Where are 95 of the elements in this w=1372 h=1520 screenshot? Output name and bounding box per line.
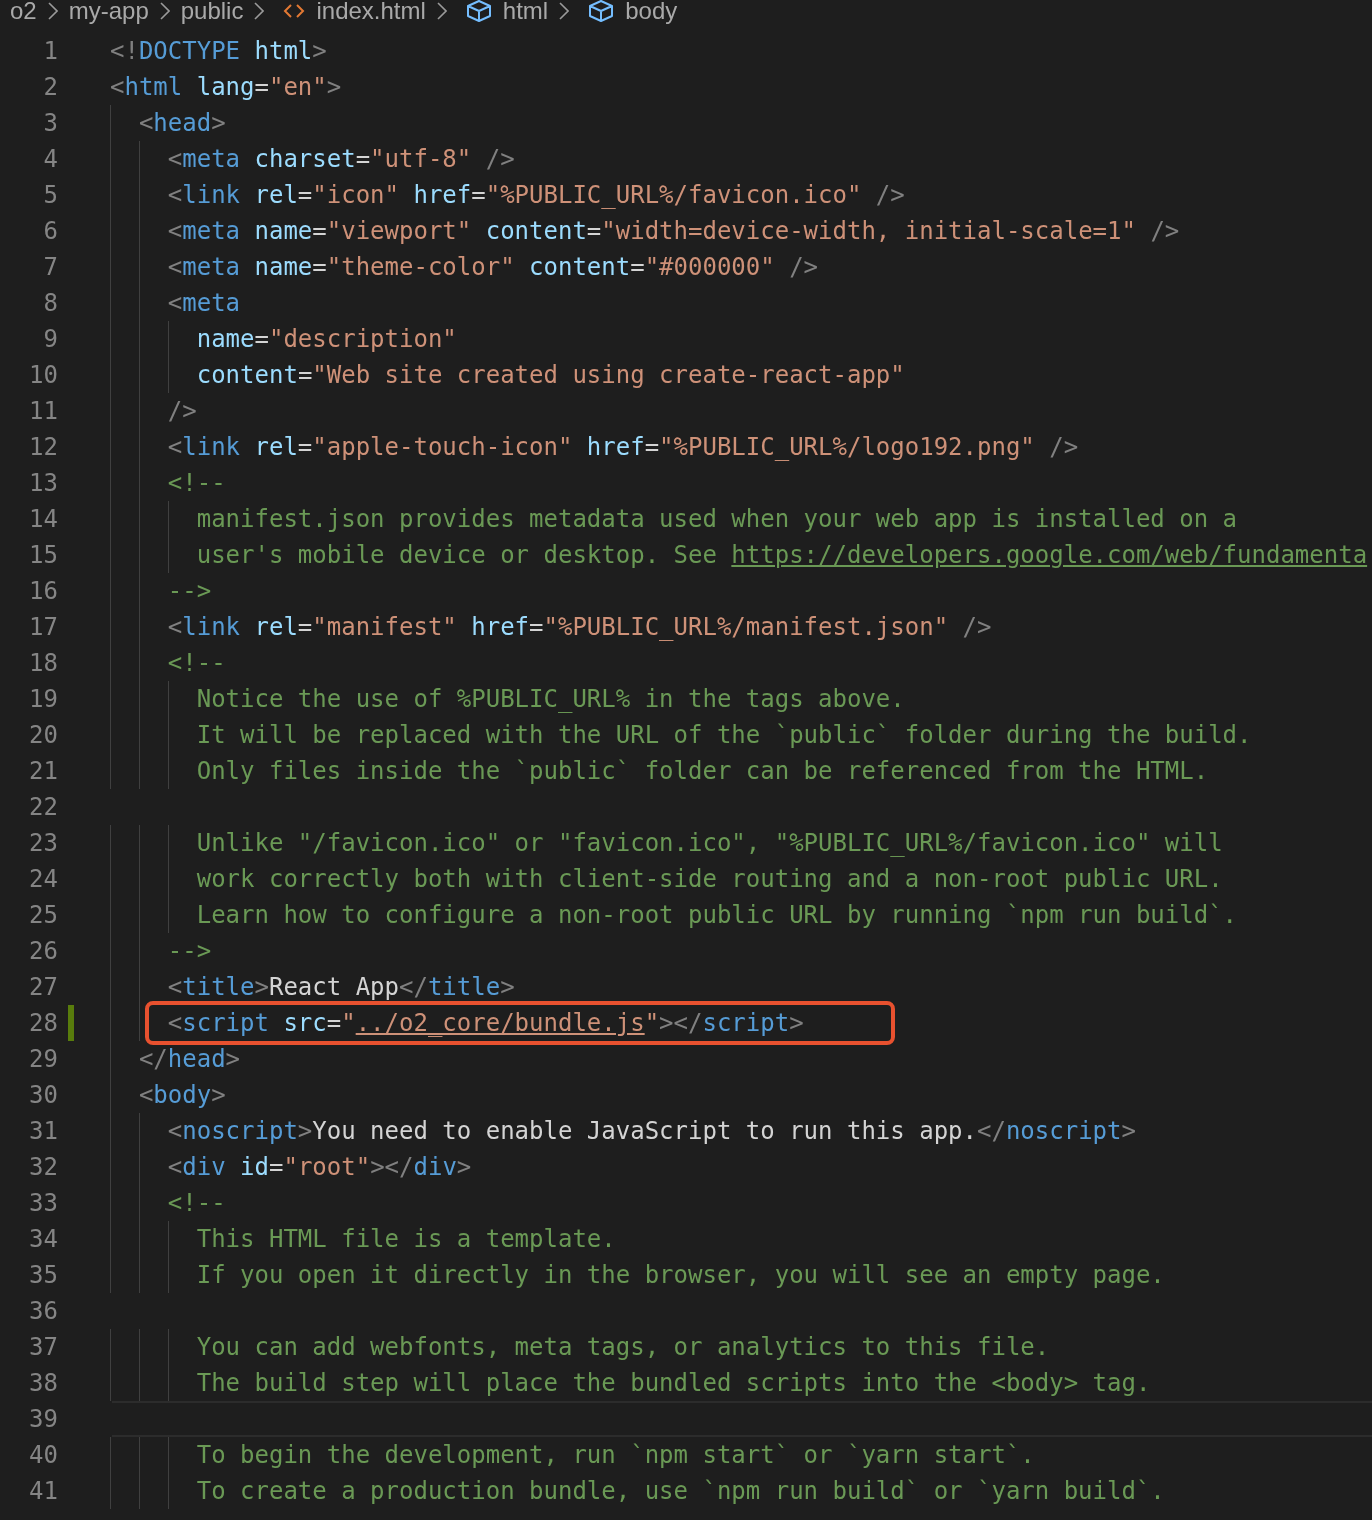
code-line: This HTML file is a template.	[110, 1221, 616, 1257]
breadcrumb-item[interactable]: o2	[10, 0, 37, 25]
code-line: <div id="root"></div>	[110, 1149, 472, 1185]
line-number: 25	[28, 900, 58, 931]
line-number: 31	[28, 1116, 58, 1147]
line-number: 41	[28, 1476, 58, 1507]
code-line: <link rel="apple-touch-icon" href="%PUBLIC_URL%/logo192.png" />	[110, 429, 1079, 465]
code-line: <html lang="en">	[110, 72, 342, 103]
chevron-icon	[559, 1, 570, 20]
code-line: Unlike "/favicon.ico" or "favicon.ico", "%PUBLIC_URL%/favicon.ico" will	[110, 825, 1223, 861]
code-line: -->	[110, 933, 212, 969]
code-line: manifest.json provides metadata used when your web app is installed on a	[110, 501, 1238, 537]
code-line: </head>	[110, 1041, 241, 1077]
line-number: 29	[28, 1044, 58, 1075]
code-line: <link rel="icon" href="%PUBLIC_URL%/favicon.ico" />	[110, 177, 905, 213]
code-line: work correctly both with client-side routing and a non-root public URL.	[110, 861, 1223, 897]
chevron-icon	[436, 1, 447, 20]
chevron-icon	[254, 1, 265, 20]
line-number: 9	[42, 324, 58, 355]
line-number: 22	[28, 792, 58, 823]
code-line: <script src="../o2_core/bundle.js"></script>	[110, 1005, 804, 1041]
line-number: 24	[28, 864, 58, 895]
code-line: If you open it directly in the browser, you will see an empty page.	[110, 1257, 1165, 1293]
line-number: 6	[42, 216, 58, 247]
line-number: 30	[28, 1080, 58, 1111]
code-line: <meta name="theme-color" content="#000000" />	[110, 249, 819, 285]
code-line: It will be replaced with the URL of the `public` folder during the build.	[110, 717, 1252, 753]
breadcrumb-item[interactable]: my-app	[68, 0, 149, 25]
breadcrumb-item[interactable]: body	[625, 0, 678, 25]
link[interactable]: ../o2_core/bundle.js	[355, 1009, 645, 1037]
line-number: 11	[28, 396, 58, 427]
line-number: 36	[28, 1296, 58, 1327]
line-number: 19	[28, 684, 58, 715]
breadcrumb-item[interactable]: public	[180, 0, 244, 25]
line-number: 20	[28, 720, 58, 751]
code-line: <body>	[110, 1077, 226, 1113]
link[interactable]: https://developers.google.com/web/fundamenta	[731, 541, 1368, 569]
line-number: 12	[28, 432, 58, 463]
code-line: <head>	[110, 105, 226, 141]
line-number: 4	[42, 144, 58, 175]
line-number: 21	[28, 756, 58, 787]
line-number: 34	[28, 1224, 58, 1255]
line-number: 28	[28, 1008, 58, 1039]
line-number: 40	[28, 1440, 58, 1471]
line-number: 13	[28, 468, 58, 499]
line-number: 7	[42, 252, 58, 283]
line-number: 38	[28, 1368, 58, 1399]
line-number: 37	[28, 1332, 58, 1363]
line-number: 27	[28, 972, 58, 1003]
line-number: 18	[28, 648, 58, 679]
code-line: name="description"	[110, 321, 457, 357]
breadcrumb-item[interactable]: index.html	[316, 0, 426, 25]
code-line: -->	[110, 573, 212, 609]
code-line: <link rel="manifest" href="%PUBLIC_URL%/manifest.json" />	[110, 609, 992, 645]
code-line: <!--	[110, 645, 226, 681]
code-line: <!DOCTYPE html>	[110, 36, 327, 67]
code-line: <!--	[110, 465, 226, 501]
line-number: 3	[42, 108, 58, 139]
line-number: 5	[42, 180, 58, 211]
code-line: user's mobile device or desktop. See https://developers.google.com/web/fundamenta	[110, 537, 1368, 573]
code-brackets-icon	[283, 3, 306, 18]
line-number: 26	[28, 936, 58, 967]
code-line: Only files inside the `public` folder can be referenced from the HTML.	[110, 753, 1209, 789]
line-number: 35	[28, 1260, 58, 1291]
line-number: 16	[28, 576, 58, 607]
code-line: content="Web site created using create-react-app"	[110, 357, 905, 393]
line-number: 10	[28, 360, 58, 391]
code-line: To begin the development, run `npm start` or `yarn start`.	[110, 1437, 1035, 1473]
line-number: 33	[28, 1188, 58, 1219]
code-line: Learn how to configure a non-root public URL by running `npm run build`.	[110, 897, 1238, 933]
line-number: 17	[28, 612, 58, 643]
cube-icon	[465, 0, 492, 23]
line-number: 14	[28, 504, 58, 535]
code-line: <meta	[110, 285, 241, 321]
code-line: <meta name="viewport" content="width=device-width, initial-scale=1" />	[110, 213, 1180, 249]
line-number: 23	[28, 828, 58, 859]
code-line: <!--	[110, 1185, 226, 1221]
line-number: 32	[28, 1152, 58, 1183]
chevron-icon	[47, 1, 58, 20]
code-line: You can add webfonts, meta tags, or analytics to this file.	[110, 1329, 1050, 1365]
breadcrumb-item[interactable]: html	[502, 0, 549, 25]
line-number: 8	[42, 288, 58, 319]
code-line: />	[110, 393, 197, 429]
chevron-icon	[159, 1, 170, 20]
code-line: To create a production bundle, use `npm run build` or `yarn build`.	[110, 1473, 1165, 1509]
code-line: <noscript>You need to enable JavaScript to run this app.</noscript>	[110, 1113, 1136, 1149]
line-number: 15	[28, 540, 58, 571]
line-number: 2	[42, 72, 58, 103]
line-number: 39	[28, 1404, 58, 1435]
line-number: 1	[42, 36, 58, 67]
code-line: <title>React App</title>	[110, 969, 515, 1005]
code-line: Notice the use of %PUBLIC_URL% in the tags above.	[110, 681, 905, 717]
code-line: The build step will place the bundled scripts into the <body> tag.	[110, 1365, 1151, 1401]
cube-icon	[588, 0, 615, 23]
code-line: <meta charset="utf-8" />	[110, 141, 515, 177]
